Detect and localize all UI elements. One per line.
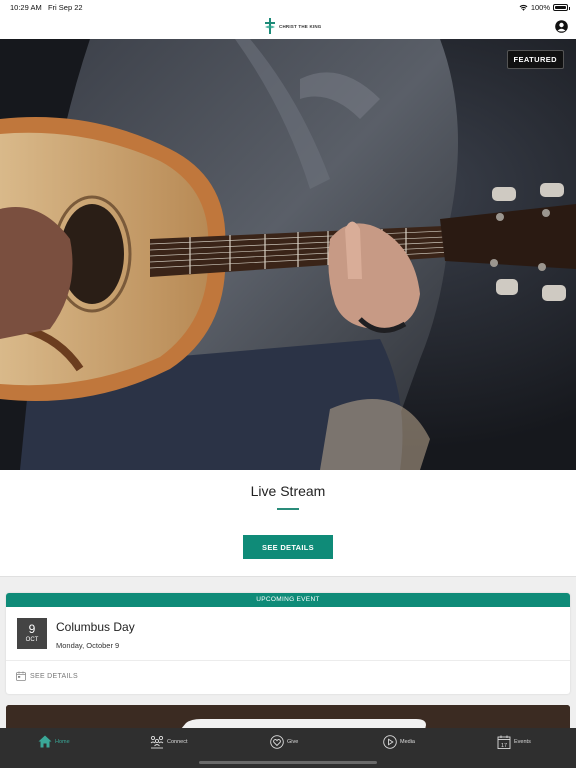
event-day: 9 xyxy=(28,622,36,636)
tab-media-label: Media xyxy=(400,739,415,745)
media-icon xyxy=(383,735,397,749)
tab-connect-label: Connect xyxy=(167,739,188,745)
status-right: 100% xyxy=(519,3,570,12)
cross-logo-icon xyxy=(265,18,275,34)
tab-connect[interactable]: Connect xyxy=(150,735,188,749)
guitar-player-illustration xyxy=(0,39,576,470)
home-indicator[interactable] xyxy=(199,761,377,764)
events-icon: 17 xyxy=(497,735,511,749)
status-bar: 10:29 AM Fri Sep 22 100% xyxy=(0,0,576,14)
battery-icon xyxy=(553,4,570,11)
featured-title: Live Stream xyxy=(250,483,326,499)
tab-home[interactable]: Home xyxy=(38,735,70,748)
featured-card: Live Stream SEE DETAILS xyxy=(0,470,576,577)
status-time: 10:29 AM Fri Sep 22 xyxy=(10,3,83,12)
church-logo[interactable]: CHRIST THE KING xyxy=(264,18,322,34)
tab-give-label: Give xyxy=(287,739,299,745)
see-details-button[interactable]: SEE DETAILS xyxy=(243,535,333,559)
event-date-box: 9 OCT xyxy=(17,618,47,649)
upcoming-event-card[interactable]: UPCOMING EVENT 9 OCT Columbus Day Monday… xyxy=(6,593,570,694)
logo-text: CHRIST THE KING xyxy=(279,23,322,29)
battery-percent: 100% xyxy=(530,3,550,12)
svg-text:17: 17 xyxy=(501,743,507,749)
divider xyxy=(6,660,570,661)
tab-events[interactable]: 17 Events xyxy=(497,735,531,749)
calendar-icon xyxy=(16,671,26,681)
tab-media[interactable]: Media xyxy=(383,735,415,749)
wifi-icon xyxy=(519,4,528,11)
featured-hero-image[interactable]: FEATURED xyxy=(0,39,576,470)
event-date-text: Monday, October 9 xyxy=(56,641,120,650)
tab-events-label: Events xyxy=(514,739,531,745)
profile-icon[interactable] xyxy=(555,20,568,33)
event-see-details-link[interactable]: SEE DETAILS xyxy=(16,671,78,681)
bottom-tab-bar: Home Connect Give Media 17 Events xyxy=(0,728,576,768)
home-icon xyxy=(38,735,52,748)
nav-bar: CHRIST THE KING xyxy=(0,14,576,39)
give-icon xyxy=(270,735,284,749)
title-underline xyxy=(277,508,299,510)
tab-give[interactable]: Give xyxy=(270,735,298,749)
connect-icon xyxy=(150,735,164,749)
featured-badge: FEATURED xyxy=(506,50,564,69)
event-header: UPCOMING EVENT xyxy=(6,593,570,607)
tab-home-label: Home xyxy=(55,738,70,745)
event-month: OCT xyxy=(25,637,39,643)
event-name: Columbus Day xyxy=(56,620,135,634)
event-footer-label: SEE DETAILS xyxy=(30,672,78,680)
